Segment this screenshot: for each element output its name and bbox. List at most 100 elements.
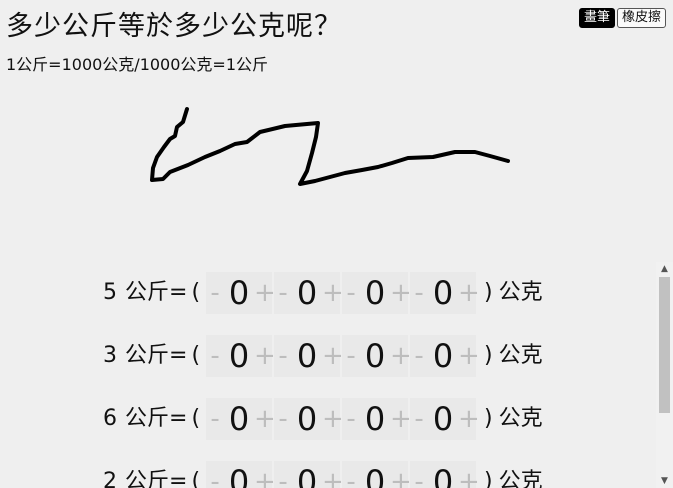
decrement-button[interactable]: -: [274, 272, 293, 314]
close-paren: ): [484, 469, 493, 488]
drawing-toolbar: 畫筆 橡皮擦: [578, 8, 666, 28]
digit-stepper-tens: - 0 +: [342, 272, 412, 314]
increment-button[interactable]: +: [390, 398, 412, 440]
conversion-row: 2 公斤 = ( - 0 + - 0 + - 0 + - 0 + ) 公克: [103, 459, 543, 488]
kg-value: 6: [103, 406, 117, 431]
increment-button[interactable]: +: [254, 272, 276, 314]
open-paren: (: [191, 406, 201, 431]
digit-value: 0: [292, 398, 323, 440]
close-paren: ): [484, 406, 493, 431]
digit-stepper-ones: - 0 +: [410, 461, 480, 488]
digit-value: 0: [360, 398, 391, 440]
increment-button[interactable]: +: [254, 335, 276, 377]
equals-sign: =: [169, 343, 188, 368]
digit-stepper-thousands: - 0 +: [206, 398, 276, 440]
decrement-button[interactable]: -: [274, 461, 293, 488]
increment-button[interactable]: +: [458, 272, 480, 314]
digit-value: 0: [428, 398, 459, 440]
increment-button[interactable]: +: [322, 461, 344, 488]
digit-value: 0: [428, 461, 459, 488]
increment-button[interactable]: +: [322, 272, 344, 314]
decrement-button[interactable]: -: [342, 398, 361, 440]
drawing-canvas[interactable]: [0, 90, 560, 200]
conversion-hint: 1公斤=1000公克/1000公克=1公斤: [6, 55, 269, 74]
digit-stepper-tens: - 0 +: [342, 461, 412, 488]
digit-value: 0: [224, 335, 255, 377]
conversion-row: 6 公斤 = ( - 0 + - 0 + - 0 + - 0 + ) 公克: [103, 396, 543, 442]
equals-sign: =: [169, 469, 188, 488]
scroll-thumb[interactable]: [659, 277, 670, 413]
page-title: 多少公斤等於多少公克呢？: [6, 11, 342, 42]
digit-stepper-tens: - 0 +: [342, 398, 412, 440]
digit-value: 0: [292, 272, 323, 314]
digit-stepper-ones: - 0 +: [410, 398, 480, 440]
decrement-button[interactable]: -: [410, 272, 429, 314]
kg-unit: 公斤: [125, 343, 170, 368]
close-paren: ): [484, 280, 493, 305]
decrement-button[interactable]: -: [274, 335, 293, 377]
decrement-button[interactable]: -: [206, 398, 225, 440]
digit-value: 0: [428, 272, 459, 314]
increment-button[interactable]: +: [322, 398, 344, 440]
digit-value: 0: [224, 461, 255, 488]
digit-stepper-hundreds: - 0 +: [274, 272, 344, 314]
kg-value: 3: [103, 343, 117, 368]
decrement-button[interactable]: -: [410, 335, 429, 377]
decrement-button[interactable]: -: [410, 461, 429, 488]
digit-stepper-hundreds: - 0 +: [274, 398, 344, 440]
increment-button[interactable]: +: [390, 461, 412, 488]
digit-value: 0: [360, 461, 391, 488]
conversion-row: 5 公斤 = ( - 0 + - 0 + - 0 + - 0 + ) 公克: [103, 270, 543, 316]
digit-value: 0: [224, 272, 255, 314]
increment-button[interactable]: +: [458, 461, 480, 488]
decrement-button[interactable]: -: [206, 272, 225, 314]
increment-button[interactable]: +: [254, 461, 276, 488]
eraser-button[interactable]: 橡皮擦: [616, 8, 666, 28]
kg-value: 2: [103, 469, 117, 488]
digit-stepper-tens: - 0 +: [342, 335, 412, 377]
vertical-scrollbar[interactable]: ▲ ▼: [656, 262, 673, 488]
decrement-button[interactable]: -: [206, 461, 225, 488]
scroll-up-icon[interactable]: ▲: [656, 262, 673, 276]
increment-button[interactable]: +: [390, 272, 412, 314]
digit-stepper-hundreds: - 0 +: [274, 335, 344, 377]
handwritten-stroke: [150, 107, 510, 186]
decrement-button[interactable]: -: [274, 398, 293, 440]
conversion-row: 3 公斤 = ( - 0 + - 0 + - 0 + - 0 + ) 公克: [103, 333, 543, 379]
increment-button[interactable]: +: [254, 398, 276, 440]
digit-value: 0: [360, 335, 391, 377]
digit-value: 0: [224, 398, 255, 440]
digit-stepper-hundreds: - 0 +: [274, 461, 344, 488]
digit-stepper-ones: - 0 +: [410, 335, 480, 377]
kg-value: 5: [103, 280, 117, 305]
open-paren: (: [191, 343, 201, 368]
digit-value: 0: [428, 335, 459, 377]
decrement-button[interactable]: -: [342, 335, 361, 377]
decrement-button[interactable]: -: [342, 272, 361, 314]
kg-unit: 公斤: [125, 406, 170, 431]
close-paren: ): [484, 343, 493, 368]
kg-unit: 公斤: [125, 469, 170, 488]
digit-stepper-ones: - 0 +: [410, 272, 480, 314]
open-paren: (: [191, 469, 201, 488]
gram-unit: 公克: [498, 343, 543, 368]
increment-button[interactable]: +: [458, 335, 480, 377]
gram-unit: 公克: [498, 280, 543, 305]
increment-button[interactable]: +: [458, 398, 480, 440]
increment-button[interactable]: +: [390, 335, 412, 377]
conversion-list: 5 公斤 = ( - 0 + - 0 + - 0 + - 0 + ) 公克 3 …: [0, 262, 656, 488]
decrement-button[interactable]: -: [410, 398, 429, 440]
gram-unit: 公克: [498, 469, 543, 488]
digit-value: 0: [360, 272, 391, 314]
decrement-button[interactable]: -: [342, 461, 361, 488]
pen-button[interactable]: 畫筆: [578, 8, 615, 28]
open-paren: (: [191, 280, 201, 305]
kg-unit: 公斤: [125, 280, 170, 305]
gram-unit: 公克: [498, 406, 543, 431]
equals-sign: =: [169, 406, 188, 431]
decrement-button[interactable]: -: [206, 335, 225, 377]
scroll-down-icon[interactable]: ▼: [656, 474, 673, 488]
increment-button[interactable]: +: [322, 335, 344, 377]
digit-value: 0: [292, 335, 323, 377]
digit-stepper-thousands: - 0 +: [206, 272, 276, 314]
